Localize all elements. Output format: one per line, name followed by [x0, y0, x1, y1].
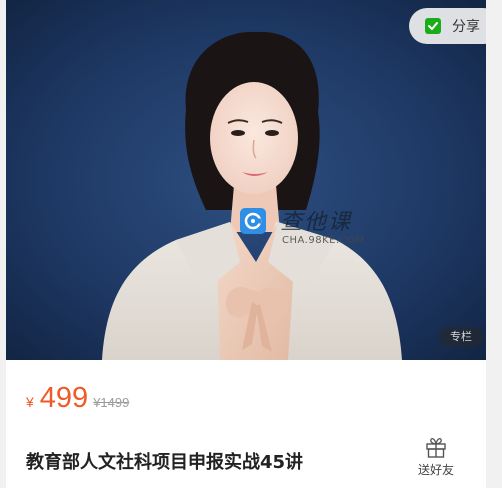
product-info: ¥ 499 ¥1499 教育部人文社科项目申报实战45讲 送好友 [6, 360, 486, 488]
price-value: 499 [39, 382, 89, 414]
column-tag: 专栏 [439, 327, 483, 347]
original-price: ¥1499 [93, 395, 130, 410]
watermark: 查他课 CHA.98KE.COM [240, 204, 380, 252]
wechat-share-icon [425, 18, 441, 34]
gift-icon [426, 438, 446, 458]
course-title: 教育部人文社科项目申报实战45讲 [26, 452, 304, 473]
share-label: 分享 [452, 19, 480, 35]
instructor-portrait [6, 0, 486, 360]
product-page: 分享 查他课 CHA.98KE.COM 专栏 ¥ 499 ¥1499 教育部人文… [0, 0, 502, 488]
price-symbol: ¥ [26, 394, 34, 410]
gift-label: 送好友 [417, 463, 454, 477]
share-button[interactable]: 分享 [409, 8, 486, 44]
watermark-en: CHA.98KE.COM [282, 235, 365, 246]
gift-to-friend-button[interactable]: 送好友 [410, 434, 462, 482]
watermark-logo-icon [240, 208, 266, 234]
watermark-cn: 查他课 [280, 210, 353, 235]
price-row: ¥ 499 ¥1499 [26, 382, 129, 415]
cover-image: 分享 查他课 CHA.98KE.COM 专栏 [6, 0, 486, 360]
